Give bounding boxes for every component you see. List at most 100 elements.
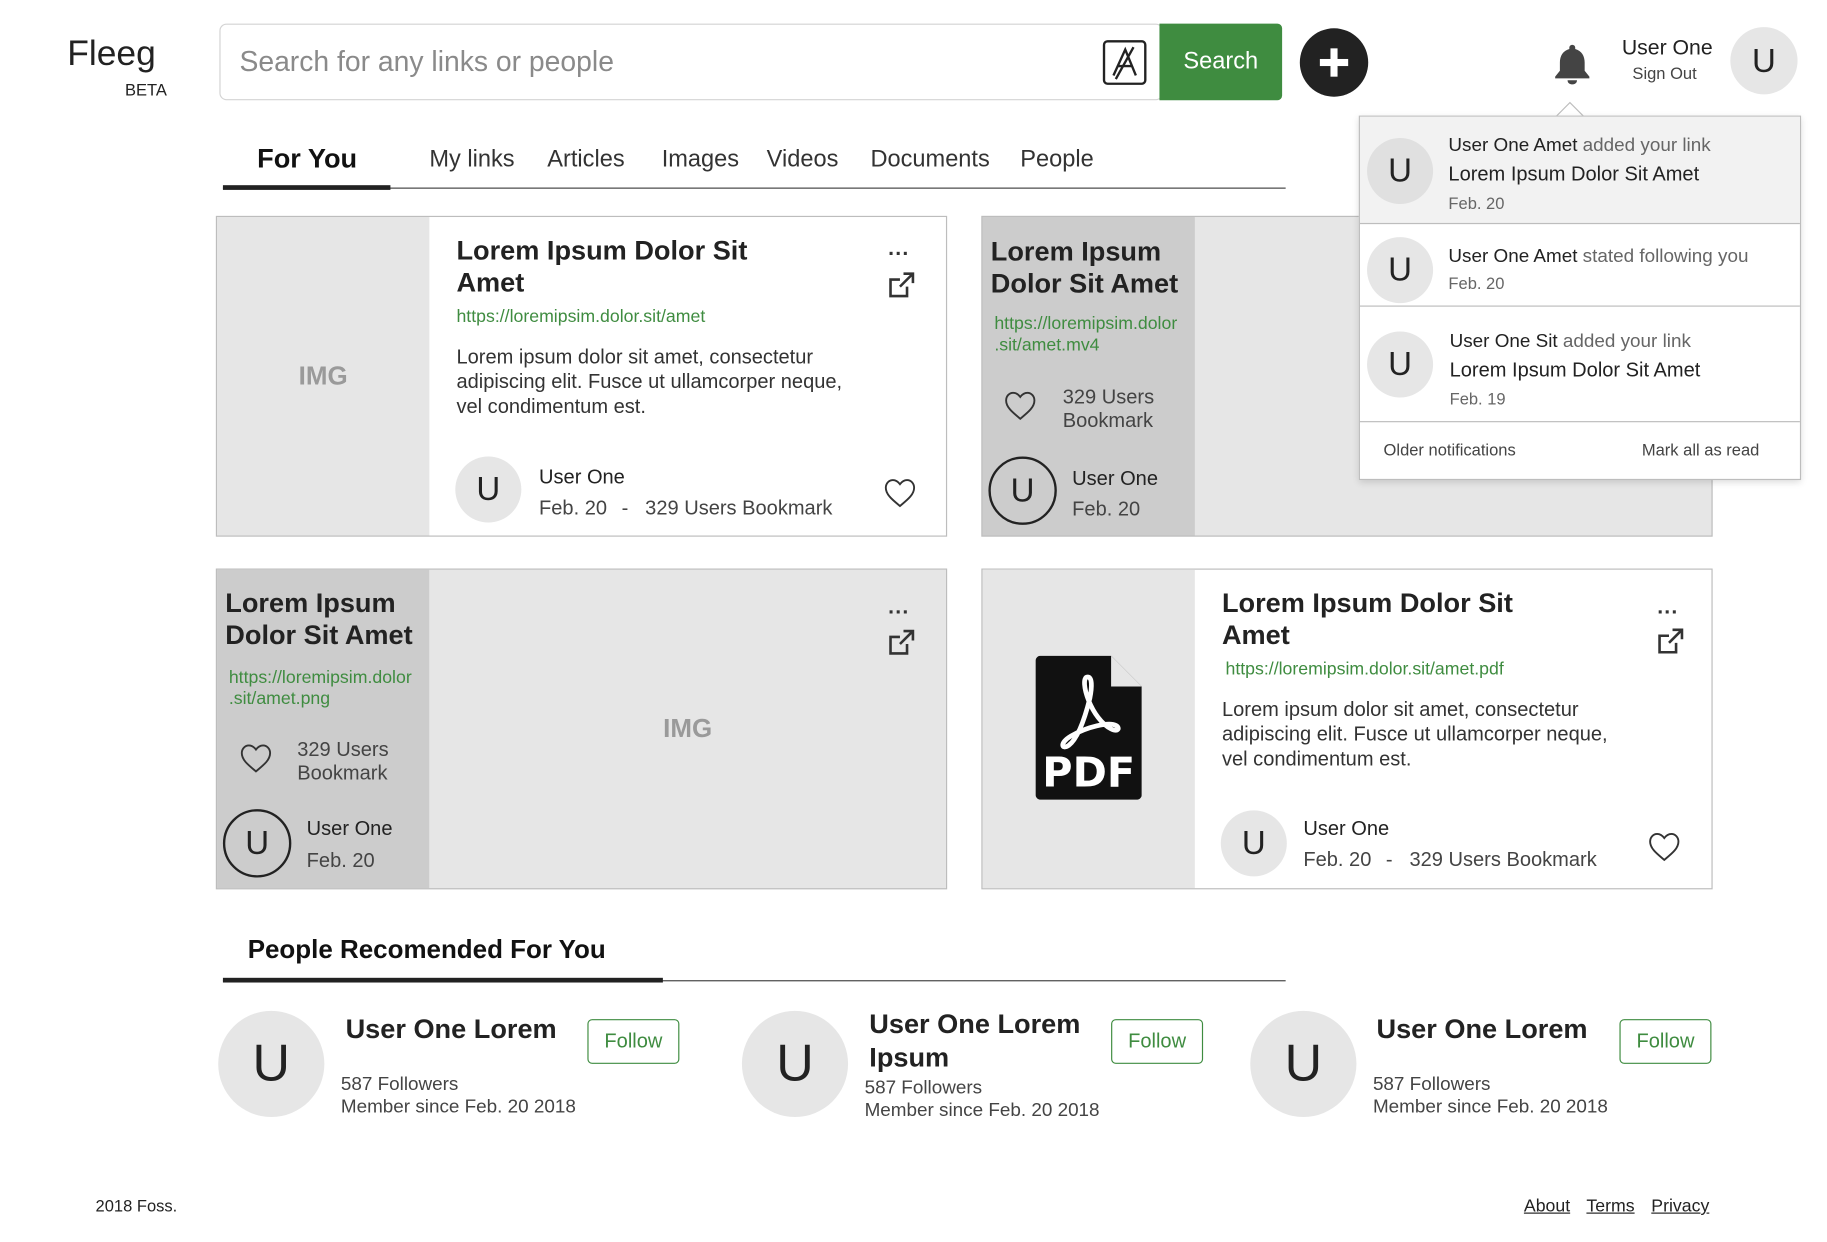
card-description-line-1: Lorem ipsum dolor sit amet, consectetur [456,345,814,369]
card-date: Feb. 20 [1303,848,1372,871]
card-author-avatar[interactable]: U [455,456,522,523]
person-name-line-1[interactable]: User One Lorem [869,1008,1080,1040]
follow-button[interactable]: Follow [1619,1019,1712,1064]
tab-for-you[interactable]: For You [257,143,357,175]
card-title-line-2[interactable]: Dolor Sit Amet [991,268,1178,300]
footer-about-link[interactable]: About [1524,1196,1570,1216]
card-title-line-1[interactable]: Lorem Ipsum [225,587,395,619]
card-url[interactable]: https://loremipsim.dolor.sit/amet [456,307,705,328]
card-author-name[interactable]: User One [1072,467,1158,491]
card-meta-separator: - [621,496,629,519]
link-card[interactable]: PDF Lorem Ipsum Dolor Sit Amet ... https… [981,568,1713,890]
notification-text: User One Sit added your link [1450,331,1691,352]
notification-actor: User One Amet [1448,135,1578,156]
ax-icon[interactable] [1102,40,1147,85]
active-tab-indicator [222,185,391,190]
card-description-line-2: adipiscing elit. Fusce ut ullamcorper ne… [456,370,843,393]
card-title-line-2[interactable]: Dolor Sit Amet [225,619,412,651]
tab-documents[interactable]: Documents [870,146,989,173]
person-member-since: Member since Feb. 20 2018 [864,1100,1100,1121]
section-title-underline [222,977,663,983]
card-author-name[interactable]: User One [539,466,625,490]
notification-actor: User One Amet [1448,246,1578,267]
notification-link-title[interactable]: Lorem Ipsum Dolor Sit Amet [1448,163,1699,187]
add-link-button[interactable] [1299,28,1369,97]
card-url-line-1[interactable]: https://loremipsim.dolor [229,668,412,689]
card-title-line-2[interactable]: Amet [456,267,524,299]
more-options-button[interactable]: ... [888,236,909,261]
header-user-name[interactable]: User One [1622,35,1713,60]
beta-badge: BETA [125,80,167,100]
app-logo[interactable]: Fleeg [67,34,156,74]
sign-out-link[interactable]: Sign Out [1632,64,1696,83]
person-name[interactable]: User One Lorem [1376,1013,1587,1045]
notification-action: added your link [1582,135,1711,156]
notification-date: Feb. 20 [1448,273,1505,293]
card-meta-separator: - [1385,848,1393,871]
notification-item[interactable]: U User One Amet added your link Lorem Ip… [1359,116,1800,225]
notification-item[interactable]: U User One Sit added your link Lorem Ips… [1359,307,1800,423]
card-title-line-1[interactable]: Lorem Ipsum [991,236,1161,268]
person-followers: 587 Followers [1372,1074,1491,1095]
card-author-name[interactable]: User One [1303,817,1389,841]
external-link-icon[interactable] [887,271,915,305]
person-avatar[interactable]: U [218,1010,325,1117]
card-url-line-2[interactable]: .sit/amet.png [229,689,330,710]
card-url[interactable]: https://loremipsim.dolor.sit/amet.pdf [1226,659,1504,680]
person-name-line-2[interactable]: Ipsum [869,1041,949,1073]
footer-terms-link[interactable]: Terms [1586,1196,1634,1216]
plus-icon [1319,48,1349,77]
card-bookmark-count-line-1: 329 Users [1062,385,1155,409]
tab-my-links[interactable]: My links [429,146,514,173]
heart-icon[interactable] [883,478,916,515]
section-title: People Recomended For You [247,934,606,964]
tab-videos[interactable]: Videos [767,146,839,173]
footer-privacy-link[interactable]: Privacy [1651,1196,1709,1216]
search-input[interactable] [239,41,1066,84]
tab-images[interactable]: Images [662,146,739,173]
notification-link-title[interactable]: Lorem Ipsum Dolor Sit Amet [1450,359,1701,383]
notification-item[interactable]: U User One Amet stated following you Feb… [1359,224,1800,307]
header-avatar[interactable]: U [1730,27,1798,95]
card-title-line-1[interactable]: Lorem Ipsum Dolor Sit [1222,587,1513,619]
search-button[interactable]: Search [1159,23,1283,101]
more-options-button[interactable]: ... [1657,594,1678,619]
heart-icon[interactable] [239,743,272,780]
follow-button[interactable]: Follow [587,1019,680,1064]
card-description-line-3: vel condimentum est. [456,395,646,418]
person-avatar[interactable]: U [1250,1010,1357,1117]
card-bookmark-count: 329 Users Bookmark [1409,848,1597,871]
notification-avatar: U [1367,331,1434,398]
card-image-placeholder: IMG [429,569,946,889]
mark-all-read-link[interactable]: Mark all as read [1642,440,1759,459]
notification-avatar: U [1367,237,1434,304]
older-notifications-link[interactable]: Older notifications [1384,440,1516,459]
card-description-line-1: Lorem ipsum dolor sit amet, consectetur [1221,698,1579,721]
heart-icon[interactable] [1004,390,1037,427]
card-url-line-2[interactable]: .sit/amet.mv4 [994,335,1099,356]
person-avatar[interactable]: U [741,1010,849,1117]
notification-actor: User One Sit [1449,331,1558,352]
external-link-icon[interactable] [1656,627,1684,661]
person-name[interactable]: User One Lorem [346,1013,557,1045]
person-followers: 587 Followers [864,1078,983,1099]
link-card[interactable]: IMG Lorem Ipsum Dolor Sit Amet https://l… [215,568,948,890]
card-title-line-2[interactable]: Amet [1222,619,1290,651]
card-bookmark-count-line-1: 329 Users [297,738,389,761]
external-link-icon[interactable] [887,629,915,663]
more-options-button[interactable]: ... [888,594,909,619]
card-url-line-1[interactable]: https://loremipsim.dolor [994,314,1177,335]
person-member-since: Member since Feb. 20 2018 [1372,1096,1608,1117]
card-author-avatar[interactable]: U [988,456,1057,525]
card-title-line-1[interactable]: Lorem Ipsum Dolor Sit [456,235,747,267]
link-card[interactable]: IMG Lorem Ipsum Dolor Sit Amet ... https… [215,215,948,537]
card-author-name[interactable]: User One [307,817,393,841]
tab-people[interactable]: People [1020,146,1093,173]
heart-icon[interactable] [1648,832,1681,869]
tab-articles[interactable]: Articles [547,146,624,173]
card-author-avatar[interactable]: U [222,809,292,878]
card-author-avatar[interactable]: U [1220,810,1287,877]
bell-icon[interactable] [1551,42,1593,85]
footer-copyright: 2018 Foss. [95,1196,178,1215]
follow-button[interactable]: Follow [1111,1019,1204,1064]
